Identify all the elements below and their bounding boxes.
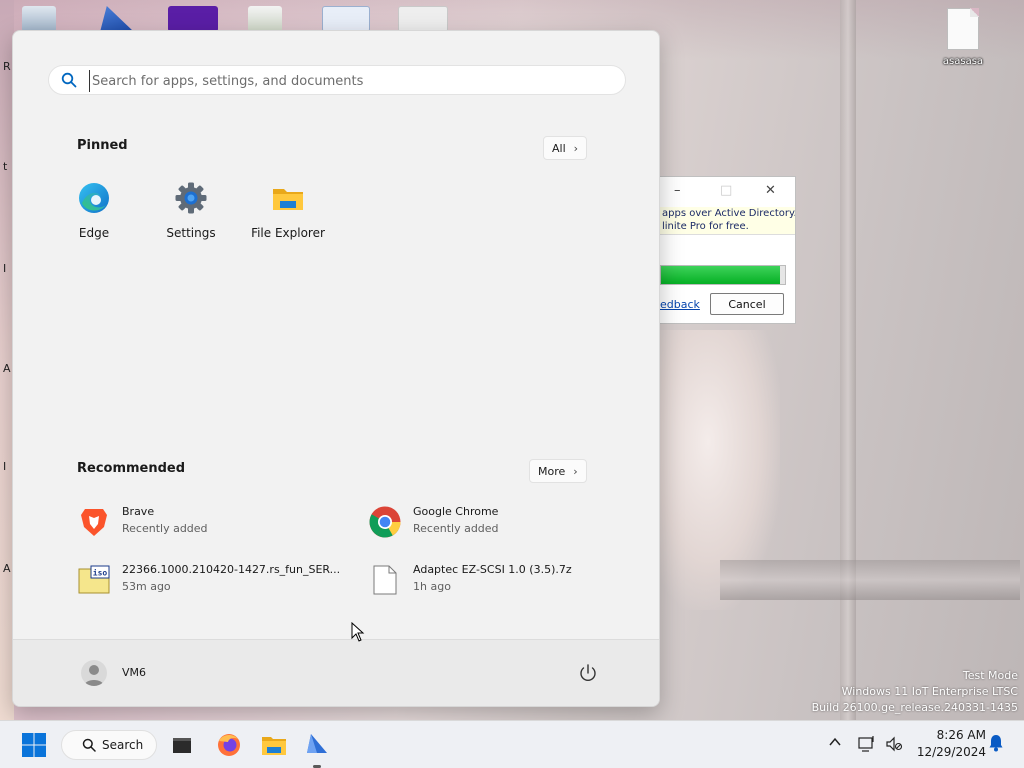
file-icon xyxy=(947,8,979,50)
edge-icon xyxy=(79,183,109,213)
desktop-file-label: asasasa xyxy=(942,56,984,67)
document-shortcut-icon[interactable] xyxy=(248,6,282,32)
recommended-item-chrome[interactable]: Google Chrome Recently added xyxy=(368,501,638,545)
banner-line: linite Pro for free. xyxy=(662,221,749,232)
recommended-title: Recommended xyxy=(77,461,186,476)
volume-muted-icon[interactable] xyxy=(885,735,903,753)
start-menu: Pinned All › Edge xyxy=(12,30,660,707)
watermark-line: Windows 11 IoT Enterprise LTSC xyxy=(841,685,1018,698)
desktop-file[interactable]: asasasa xyxy=(935,8,991,67)
chevron-right-icon: › xyxy=(573,141,579,155)
mouse-cursor-icon xyxy=(351,622,365,642)
desktop-glyph: A xyxy=(3,362,11,375)
window-shortcut-icon[interactable] xyxy=(322,6,370,32)
all-apps-button[interactable]: All › xyxy=(543,136,588,160)
recommended-item-name: Google Chrome xyxy=(413,505,499,518)
recommended-item-sub: Recently added xyxy=(413,522,499,535)
power-icon[interactable] xyxy=(577,662,599,684)
recommended-item-name: Adaptec EZ-SCSI 1.0 (3.5).7z xyxy=(413,563,572,576)
banner-line: apps over Active Directory. xyxy=(662,208,795,219)
pinned-app-label: File Explorer xyxy=(251,226,325,240)
notification-bell-icon[interactable] xyxy=(988,734,1004,752)
avatar[interactable] xyxy=(81,660,107,686)
recommended-item-sub: 1h ago xyxy=(413,580,451,593)
settings-shortcut-icon[interactable] xyxy=(398,6,448,32)
watermark-line: Build 26100.ge_release.240331-1435 xyxy=(811,701,1018,714)
gear-icon xyxy=(175,182,207,214)
wallpaper-pole xyxy=(840,0,856,768)
progress-bar xyxy=(660,265,786,285)
pinned-title: Pinned xyxy=(77,138,128,153)
taskbar-clock[interactable]: 8:26 AM 12/29/2024 xyxy=(912,727,986,761)
taskbar-search[interactable]: Search xyxy=(61,730,157,760)
search-input[interactable] xyxy=(89,70,609,92)
firefox-icon[interactable] xyxy=(215,731,243,759)
recommended-item-sub: Recently added xyxy=(122,522,208,535)
chevron-right-icon: › xyxy=(573,464,578,478)
pinned-app-settings[interactable]: Settings xyxy=(143,181,239,240)
recommended-item-iso[interactable]: iso 22366.1000.210420-1427.rs_fun_SER...… xyxy=(77,559,347,603)
start-search-box[interactable] xyxy=(48,65,626,95)
maximize-icon: □ xyxy=(720,183,733,198)
dialog-banner: apps over Active Directory. linite Pro f… xyxy=(660,207,795,235)
desktop-glyph: t xyxy=(3,160,8,173)
app-icon[interactable] xyxy=(303,731,331,759)
close-icon[interactable]: ✕ xyxy=(765,183,776,198)
brave-icon xyxy=(81,509,107,536)
network-icon[interactable] xyxy=(858,735,876,753)
user-name[interactable]: VM6 xyxy=(122,666,146,679)
cancel-button[interactable]: Cancel xyxy=(710,293,784,315)
pinned-app-label: Settings xyxy=(166,226,216,240)
clock-date: 12/29/2024 xyxy=(916,745,986,759)
desktop-glyph: I xyxy=(3,460,7,473)
folder-icon xyxy=(273,189,303,210)
recommended-item-sub: 53m ago xyxy=(122,580,171,593)
desktop-glyph: I xyxy=(3,262,7,275)
more-button[interactable]: More › xyxy=(529,459,587,483)
pinned-app-label: Edge xyxy=(78,226,110,240)
all-apps-label: All xyxy=(552,141,566,155)
taskbar-search-label: Search xyxy=(102,738,144,752)
recommended-item-brave[interactable]: Brave Recently added xyxy=(77,501,347,545)
dialog-titlebar[interactable]: – □ ✕ xyxy=(660,177,795,207)
installer-dialog: – □ ✕ apps over Active Directory. linite… xyxy=(659,176,796,324)
iso-file-icon: iso xyxy=(78,565,110,594)
terminal-icon[interactable] xyxy=(168,731,196,759)
pinned-app-file-explorer[interactable]: File Explorer xyxy=(240,181,336,240)
wallpaper-rail xyxy=(720,560,1020,600)
test-mode-watermark: Test Mode Windows 11 IoT Enterprise LTSC… xyxy=(812,668,1018,716)
progress-fill xyxy=(661,266,781,284)
feedback-link[interactable]: edback xyxy=(660,298,700,311)
clock-time: 8:26 AM xyxy=(936,728,986,742)
recommended-item-name: Brave xyxy=(122,505,155,518)
app-shortcut-icon[interactable] xyxy=(168,6,218,32)
file-icon xyxy=(373,565,397,595)
recycle-bin-icon[interactable] xyxy=(22,6,56,32)
pinned-app-edge[interactable]: Edge xyxy=(46,181,142,240)
start-footer: VM6 xyxy=(13,639,659,706)
file-explorer-icon[interactable] xyxy=(260,731,288,759)
desktop-glyph: R xyxy=(3,60,11,73)
more-label: More xyxy=(538,464,566,478)
chevron-up-icon[interactable] xyxy=(828,735,842,749)
recommended-item-name: 22366.1000.210420-1427.rs_fun_SER... xyxy=(122,563,341,576)
taskbar: Search 8:26 AM 12/29/2024 xyxy=(0,720,1024,768)
chrome-icon xyxy=(369,506,401,538)
minimize-icon[interactable]: – xyxy=(674,183,681,198)
svg-text:iso: iso xyxy=(93,568,108,578)
recommended-item-archive[interactable]: Adaptec EZ-SCSI 1.0 (3.5).7z 1h ago xyxy=(368,559,638,603)
search-icon xyxy=(61,72,77,88)
start-icon[interactable] xyxy=(20,731,48,759)
watermark-line: Test Mode xyxy=(962,669,1018,682)
desktop-glyph: A xyxy=(3,562,11,575)
search-icon xyxy=(82,738,96,752)
user-icon xyxy=(84,665,104,686)
